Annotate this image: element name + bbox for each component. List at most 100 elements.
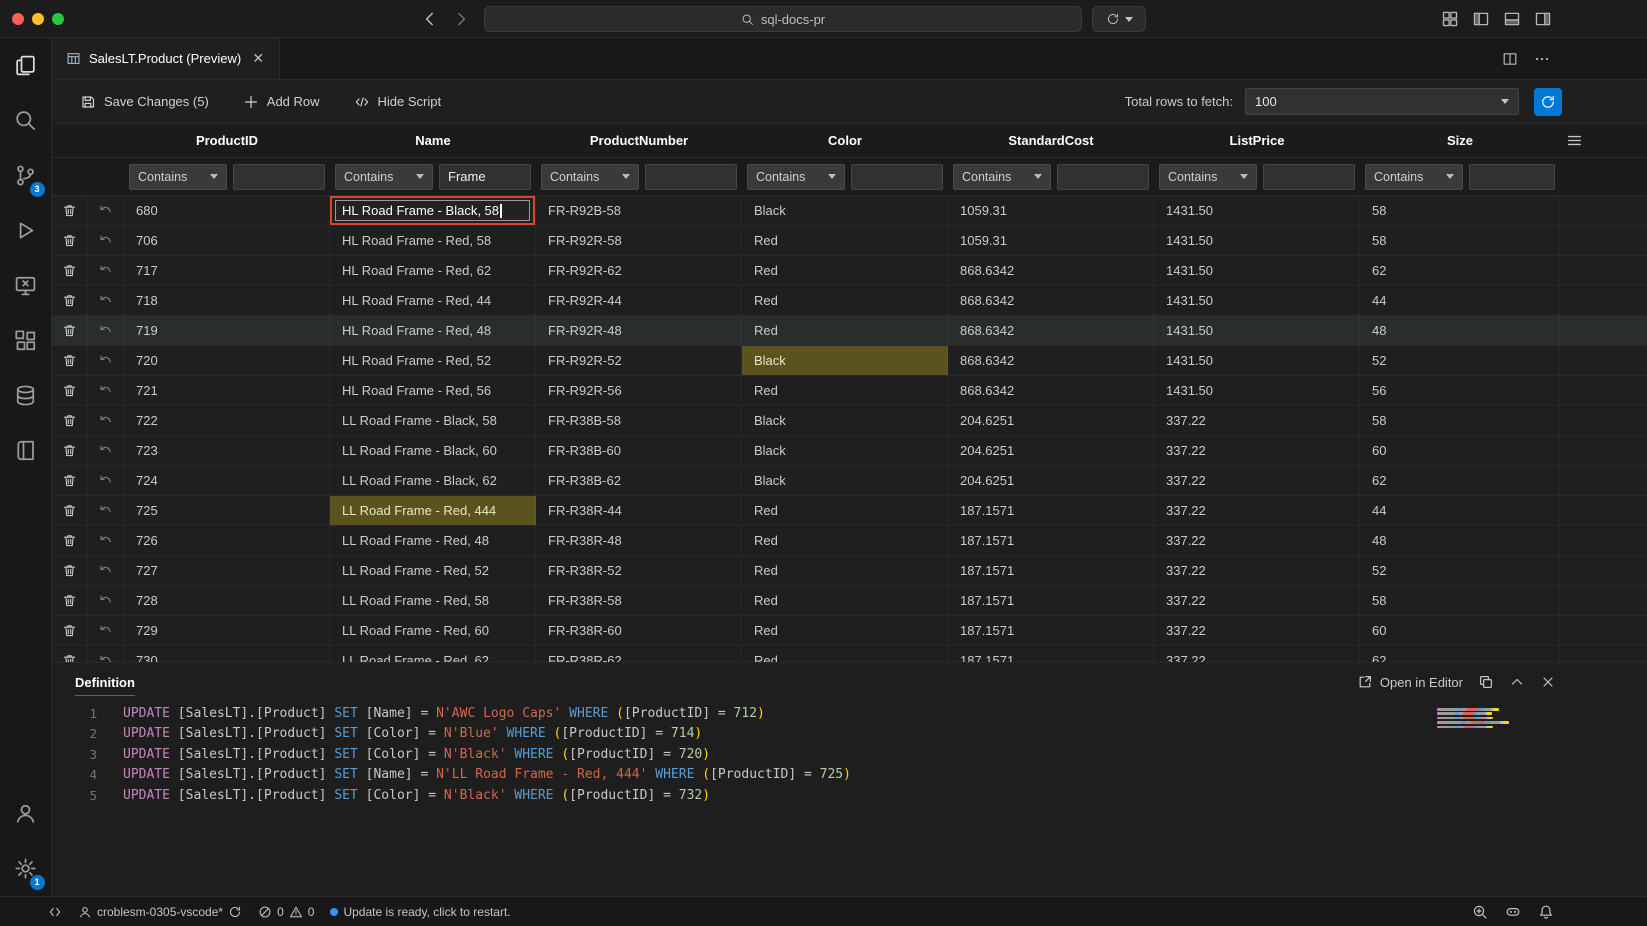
cell-color[interactable]: Black bbox=[742, 196, 948, 225]
cell-product-number[interactable]: FR-R38R-52 bbox=[536, 556, 742, 585]
table-row[interactable]: 728 LL Road Frame - Red, 58 FR-R38R-58 R… bbox=[52, 586, 1647, 616]
cell-standard-cost[interactable]: 187.1571 bbox=[948, 586, 1154, 615]
cell-size[interactable]: 62 bbox=[1360, 466, 1560, 495]
cell-color[interactable]: Red bbox=[742, 226, 948, 255]
total-rows-input[interactable]: 100 bbox=[1245, 88, 1519, 115]
tab-saleslt-product-preview[interactable]: SalesLT.Product (Preview) ✕ bbox=[52, 38, 280, 79]
close-panel-icon[interactable] bbox=[1540, 674, 1556, 690]
cell-list-price[interactable]: 1431.50 bbox=[1154, 256, 1360, 285]
command-center[interactable]: sql-docs-pr bbox=[484, 6, 1082, 32]
cell-name[interactable]: HL Road Frame - Red, 52 bbox=[330, 346, 536, 375]
cell-product-number[interactable]: FR-R92R-52 bbox=[536, 346, 742, 375]
tab-definition[interactable]: Definition bbox=[75, 663, 135, 701]
cell-product-number[interactable]: FR-R38R-48 bbox=[536, 526, 742, 555]
minimize-window-button[interactable] bbox=[32, 13, 44, 25]
sidebar-item-sql-server[interactable] bbox=[0, 368, 52, 423]
cell-standard-cost[interactable]: 187.1571 bbox=[948, 646, 1154, 662]
filter-value-listprice[interactable] bbox=[1263, 164, 1355, 190]
revert-row-button[interactable] bbox=[88, 586, 124, 615]
cell-color[interactable]: Red bbox=[742, 646, 948, 662]
update-ready-item[interactable]: Update is ready, click to restart. bbox=[330, 905, 510, 919]
cell-product-number[interactable]: FR-R38R-60 bbox=[536, 616, 742, 645]
cell-standard-cost[interactable]: 187.1571 bbox=[948, 496, 1154, 525]
cell-size[interactable]: 62 bbox=[1360, 256, 1560, 285]
problems-item[interactable]: 0 0 bbox=[258, 905, 314, 919]
delete-row-button[interactable] bbox=[52, 346, 88, 375]
cell-size[interactable]: 52 bbox=[1360, 556, 1560, 585]
delete-row-button[interactable] bbox=[52, 496, 88, 525]
table-row[interactable]: 718 HL Road Frame - Red, 44 FR-R92R-44 R… bbox=[52, 286, 1647, 316]
cell-product-number[interactable]: FR-R38R-62 bbox=[536, 646, 742, 662]
cell-standard-cost[interactable]: 187.1571 bbox=[948, 556, 1154, 585]
revert-row-button[interactable] bbox=[88, 376, 124, 405]
table-row[interactable]: 727 LL Road Frame - Red, 52 FR-R38R-52 R… bbox=[52, 556, 1647, 586]
refresh-dropdown-button[interactable] bbox=[1092, 6, 1146, 32]
revert-row-button[interactable] bbox=[88, 316, 124, 345]
cell-standard-cost[interactable]: 204.6251 bbox=[948, 436, 1154, 465]
remote-indicator[interactable] bbox=[48, 905, 62, 919]
cell-size[interactable]: 58 bbox=[1360, 196, 1560, 225]
cell-list-price[interactable]: 337.22 bbox=[1154, 616, 1360, 645]
delete-row-button[interactable] bbox=[52, 586, 88, 615]
cell-name[interactable]: LL Road Frame - Red, 60 bbox=[330, 616, 536, 645]
cell-standard-cost[interactable]: 1059.31 bbox=[948, 226, 1154, 255]
revert-row-button[interactable] bbox=[88, 556, 124, 585]
cell-product-number[interactable]: FR-R92R-58 bbox=[536, 226, 742, 255]
sidebar-item-source-control[interactable]: 3 bbox=[0, 148, 52, 203]
delete-row-button[interactable] bbox=[52, 646, 88, 662]
copy-icon[interactable] bbox=[1478, 674, 1494, 690]
filter-value-productnumber[interactable] bbox=[645, 164, 737, 190]
cell-color[interactable]: Red bbox=[742, 496, 948, 525]
delete-row-button[interactable] bbox=[52, 256, 88, 285]
cell-product-number[interactable]: FR-R38B-62 bbox=[536, 466, 742, 495]
toggle-secondary-sidebar-icon[interactable] bbox=[1534, 10, 1552, 28]
split-editor-icon[interactable] bbox=[1502, 51, 1518, 67]
revert-row-button[interactable] bbox=[88, 646, 124, 662]
cell-color[interactable]: Black bbox=[742, 436, 948, 465]
cell-color[interactable]: Red bbox=[742, 586, 948, 615]
cell-product-id[interactable]: 727 bbox=[124, 556, 330, 585]
cell-standard-cost[interactable]: 868.6342 bbox=[948, 376, 1154, 405]
zoom-in-icon[interactable] bbox=[1472, 904, 1488, 920]
table-row[interactable]: 706 HL Road Frame - Red, 58 FR-R92R-58 R… bbox=[52, 226, 1647, 256]
sidebar-item-extensions[interactable] bbox=[0, 313, 52, 368]
cell-name[interactable]: HL Road Frame - Red, 44 bbox=[330, 286, 536, 315]
sidebar-item-settings[interactable]: 1 bbox=[0, 841, 52, 896]
cell-list-price[interactable]: 337.22 bbox=[1154, 496, 1360, 525]
cell-product-id[interactable]: 721 bbox=[124, 376, 330, 405]
close-tab-icon[interactable]: ✕ bbox=[249, 50, 267, 68]
revert-row-button[interactable] bbox=[88, 286, 124, 315]
cell-color[interactable]: Black bbox=[742, 466, 948, 495]
revert-row-button[interactable] bbox=[88, 346, 124, 375]
column-header-name[interactable]: Name bbox=[330, 133, 536, 148]
forward-icon[interactable] bbox=[452, 10, 470, 28]
cell-name[interactable]: LL Road Frame - Red, 48 bbox=[330, 526, 536, 555]
sidebar-item-notebooks[interactable] bbox=[0, 423, 52, 478]
run-refresh-button[interactable] bbox=[1534, 88, 1562, 116]
table-row[interactable]: 726 LL Road Frame - Red, 48 FR-R38R-48 R… bbox=[52, 526, 1647, 556]
filter-operator-listprice[interactable]: Contains bbox=[1159, 164, 1257, 190]
column-header-size[interactable]: Size bbox=[1360, 133, 1560, 148]
cell-standard-cost[interactable]: 204.6251 bbox=[948, 406, 1154, 435]
cell-product-id[interactable]: 719 bbox=[124, 316, 330, 345]
cell-edit-input[interactable]: HL Road Frame - Black, 58 bbox=[335, 200, 530, 221]
sidebar-item-run-debug[interactable] bbox=[0, 203, 52, 258]
save-changes-button[interactable]: Save Changes (5) bbox=[80, 94, 209, 110]
cell-product-number[interactable]: FR-R38R-44 bbox=[536, 496, 742, 525]
cell-list-price[interactable]: 337.22 bbox=[1154, 466, 1360, 495]
cell-name[interactable]: HL Road Frame - Red, 48 bbox=[330, 316, 536, 345]
cell-product-number[interactable]: FR-R38R-58 bbox=[536, 586, 742, 615]
cell-product-id[interactable]: 706 bbox=[124, 226, 330, 255]
filter-value-standardcost[interactable] bbox=[1057, 164, 1149, 190]
cell-size[interactable]: 60 bbox=[1360, 616, 1560, 645]
filter-value-name[interactable]: Frame bbox=[439, 164, 531, 190]
table-row[interactable]: 730 LL Road Frame - Red, 62 FR-R38R-62 R… bbox=[52, 646, 1647, 662]
cell-product-number[interactable]: FR-R92R-62 bbox=[536, 256, 742, 285]
cell-list-price[interactable]: 1431.50 bbox=[1154, 286, 1360, 315]
cell-color[interactable]: Red bbox=[742, 286, 948, 315]
cell-name[interactable]: HL Road Frame - Black, 58 bbox=[330, 196, 536, 225]
cell-product-number[interactable]: FR-R92R-56 bbox=[536, 376, 742, 405]
cell-product-id[interactable]: 725 bbox=[124, 496, 330, 525]
sidebar-item-remote-explorer[interactable] bbox=[0, 258, 52, 313]
cell-list-price[interactable]: 337.22 bbox=[1154, 406, 1360, 435]
